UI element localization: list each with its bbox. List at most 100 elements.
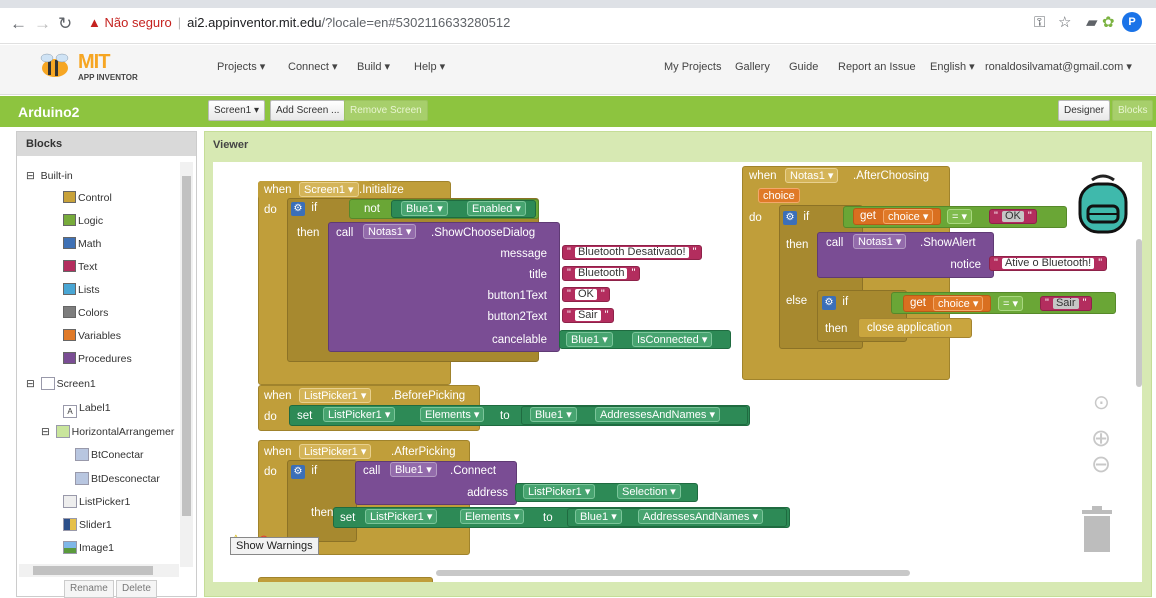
profile-avatar[interactable]: P: [1122, 12, 1142, 32]
tree-built-in[interactable]: ⊟ Built-in: [26, 169, 73, 183]
listpicker1-dropdown[interactable]: ListPicker1 ▾: [299, 388, 372, 403]
addresses-and-names-dropdown[interactable]: AddressesAndNames ▾: [595, 407, 720, 422]
gear-icon[interactable]: ⚙: [291, 465, 305, 479]
notice-string[interactable]: " Ative o Bluetooth! ": [989, 256, 1108, 271]
blue1-dropdown[interactable]: Blue1 ▾: [575, 509, 622, 524]
back-icon[interactable]: ←: [10, 15, 27, 32]
collapse-icon[interactable]: ⊟: [26, 170, 35, 182]
gear-icon[interactable]: ⚙: [291, 202, 305, 216]
ok-string[interactable]: " OK ": [989, 209, 1037, 224]
address-bar[interactable]: ▲ Não seguro | ai2.appinventor.mit.edu/?lo…: [88, 14, 510, 32]
equals-dropdown[interactable]: = ▾: [947, 209, 973, 224]
choice-dropdown[interactable]: choice ▾: [883, 209, 934, 224]
ok-value[interactable]: OK: [1001, 211, 1024, 222]
star-icon[interactable]: ☆: [1058, 14, 1071, 32]
notas1-dropdown[interactable]: Notas1 ▾: [853, 234, 907, 249]
button1-string[interactable]: " OK ": [562, 287, 610, 302]
collapse-icon[interactable]: ⊟: [26, 378, 35, 390]
notice-value[interactable]: Ative o Bluetooth!: [1001, 258, 1095, 269]
gear-icon[interactable]: ⚙: [822, 296, 836, 310]
title-value[interactable]: Bluetooth: [574, 268, 628, 279]
delete-button[interactable]: Delete: [116, 580, 157, 598]
button2-value[interactable]: Sair: [574, 310, 601, 321]
category-lists[interactable]: Lists: [63, 283, 100, 297]
menu-my-projects[interactable]: My Projects: [664, 60, 721, 74]
category-colors[interactable]: Colors: [63, 306, 108, 320]
tree-horizontal-scrollbar[interactable]: [19, 564, 179, 577]
menu-projects[interactable]: Projects ▾: [217, 60, 265, 74]
blue1-dropdown[interactable]: Blue1 ▾: [390, 462, 437, 477]
remove-screen-button[interactable]: Remove Screen: [344, 100, 428, 121]
notas1-dropdown[interactable]: Notas1 ▾: [363, 224, 417, 239]
tree-horizontal-arrangement[interactable]: ⊟ HorizontalArrangemer: [41, 425, 174, 439]
menu-gallery[interactable]: Gallery: [735, 60, 770, 74]
category-math[interactable]: Math: [63, 237, 101, 251]
message-value[interactable]: Bluetooth Desativado!: [574, 247, 689, 258]
button2-string[interactable]: " Sair ": [562, 308, 614, 323]
tree-label1[interactable]: A Label1: [63, 401, 111, 418]
zoom-out-icon[interactable]: ⊖: [1091, 450, 1111, 479]
listpicker1-dropdown[interactable]: ListPicker1 ▾: [523, 484, 596, 499]
rename-button[interactable]: Rename: [64, 580, 114, 598]
tree-image1[interactable]: Image1: [63, 541, 114, 555]
add-screen-button[interactable]: Add Screen ...: [270, 100, 346, 121]
tree-screen1[interactable]: ⊟ Screen1: [26, 377, 96, 391]
elements-dropdown[interactable]: Elements ▾: [460, 509, 525, 524]
offscreen-event-block[interactable]: [258, 577, 433, 582]
mit-logo[interactable]: MIT APP INVENTOR: [38, 50, 148, 92]
reload-icon[interactable]: ↻: [58, 15, 72, 32]
choice-dropdown[interactable]: choice ▾: [933, 296, 984, 311]
collapse-icon[interactable]: ⊟: [41, 426, 50, 438]
blue1-dropdown[interactable]: Blue1 ▾: [401, 201, 448, 216]
menu-guide[interactable]: Guide: [789, 60, 818, 74]
menu-help[interactable]: Help ▾: [414, 60, 445, 74]
title-string[interactable]: " Bluetooth ": [562, 266, 641, 281]
extension-icon[interactable]: ▰: [1086, 14, 1098, 32]
listpicker1-dropdown[interactable]: ListPicker1 ▾: [323, 407, 396, 422]
show-warnings-button[interactable]: Show Warnings: [230, 537, 319, 555]
sair-value[interactable]: Sair: [1052, 298, 1079, 309]
selection-dropdown[interactable]: Selection ▾: [617, 484, 681, 499]
blue1-dropdown[interactable]: Blue1 ▾: [530, 407, 577, 422]
isconnected-dropdown[interactable]: IsConnected ▾: [632, 332, 713, 347]
button1-value[interactable]: OK: [574, 289, 597, 300]
sair-string[interactable]: " Sair ": [1040, 296, 1092, 311]
blue1-dropdown[interactable]: Blue1 ▾: [566, 332, 613, 347]
gear-icon[interactable]: ⚙: [783, 211, 797, 225]
equals-dropdown[interactable]: = ▾: [998, 296, 1024, 311]
screen-select[interactable]: Screen1 ▾: [208, 100, 266, 121]
notas1-dropdown[interactable]: Notas1 ▾: [785, 168, 839, 183]
message-string[interactable]: " Bluetooth Desativado! ": [562, 245, 702, 260]
listpicker1-dropdown[interactable]: ListPicker1 ▾: [365, 509, 438, 524]
category-variables[interactable]: Variables: [63, 329, 121, 343]
category-procedures[interactable]: Procedures: [63, 352, 132, 366]
tree-listpicker1[interactable]: ListPicker1: [63, 495, 130, 509]
app-extension-icon[interactable]: ✿: [1102, 14, 1115, 32]
designer-button[interactable]: Designer: [1058, 100, 1111, 121]
menu-build[interactable]: Build ▾: [357, 60, 390, 74]
workspace-horizontal-scrollbar[interactable]: [436, 570, 910, 576]
forward-icon[interactable]: →: [34, 15, 51, 32]
category-logic[interactable]: Logic: [63, 214, 103, 228]
listpicker1-dropdown[interactable]: ListPicker1 ▾: [299, 444, 372, 459]
backpack-icon[interactable]: [1072, 172, 1134, 234]
tree-btconectar[interactable]: BtConectar: [75, 448, 144, 462]
category-text[interactable]: Text: [63, 260, 97, 274]
menu-connect[interactable]: Connect ▾: [288, 60, 338, 74]
recenter-icon[interactable]: ⊙: [1093, 390, 1110, 415]
enabled-dropdown[interactable]: Enabled ▾: [467, 201, 526, 216]
zoom-in-icon[interactable]: ⊕: [1091, 424, 1111, 453]
menu-report-issue[interactable]: Report an Issue: [838, 60, 916, 74]
blocks-workspace[interactable]: when Screen1 ▾ .Initialize do ⚙ if not B…: [213, 162, 1142, 582]
addresses-and-names-dropdown[interactable]: AddressesAndNames ▾: [638, 509, 763, 524]
tree-btdesconectar[interactable]: BtDesconectar: [75, 472, 160, 486]
key-icon[interactable]: ⚿: [1034, 14, 1045, 32]
trash-icon[interactable]: [1080, 505, 1114, 553]
tree-slider1[interactable]: Slider1: [63, 518, 112, 532]
choice-parameter[interactable]: choice: [758, 188, 800, 203]
tree-vertical-scrollbar[interactable]: [180, 162, 193, 567]
elements-dropdown[interactable]: Elements ▾: [420, 407, 485, 422]
screen1-dropdown[interactable]: Screen1 ▾: [299, 182, 359, 197]
blocks-button[interactable]: Blocks: [1112, 100, 1154, 121]
menu-account[interactable]: ronaldosilvamat@gmail.com ▾: [985, 60, 1132, 74]
